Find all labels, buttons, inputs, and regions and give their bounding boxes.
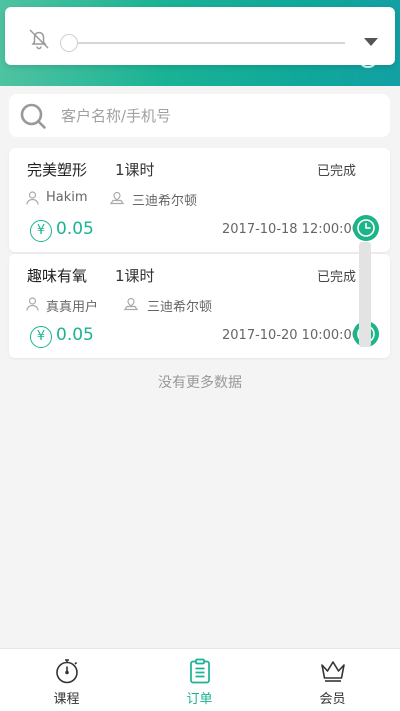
order-status: 已完成: [316, 270, 356, 285]
tab-label: 订单: [186, 692, 213, 707]
volume-slider-thumb[interactable]: [60, 34, 78, 52]
order-card[interactable]: 趣味有氧 1课时 已完成 真真用户 三迪希尔顿 ¥ 0.05 2017-10-2…: [9, 254, 390, 358]
store-name: 三迪希尔顿: [147, 300, 213, 315]
store-location-icon: [124, 297, 138, 311]
chevron-down-icon[interactable]: [364, 38, 378, 46]
yuan-icon: ¥: [30, 326, 52, 348]
volume-slider-track[interactable]: [67, 42, 345, 44]
person-icon: [26, 191, 39, 205]
clock-icon: [357, 219, 375, 237]
crown-icon: [321, 661, 345, 682]
no-more-data-text: 没有更多数据: [158, 375, 242, 391]
course-name: 趣味有氧: [27, 267, 88, 285]
bottom-tab-bar: 课程 订单 会员: [0, 648, 400, 711]
store-location-icon: [110, 191, 124, 205]
header-circle-icon: [358, 48, 378, 68]
order-price: 0.05: [56, 219, 94, 239]
course-hours: 1课时: [115, 161, 155, 179]
clipboard-icon: [190, 658, 210, 684]
clock-button[interactable]: [353, 215, 379, 241]
scroll-indicator[interactable]: [359, 242, 371, 347]
stopwatch-icon: [56, 659, 78, 684]
yuan-icon: ¥: [30, 220, 52, 242]
customer-name: Hakim: [46, 190, 88, 205]
person-icon: [26, 297, 39, 311]
search-bar[interactable]: [9, 94, 390, 137]
search-icon: [20, 103, 46, 129]
notification-volume-panel: [5, 7, 395, 65]
tab-label: 会员: [319, 692, 346, 707]
tab-members[interactable]: 会员: [266, 649, 399, 711]
course-name: 完美塑形: [27, 161, 88, 179]
order-price: 0.05: [56, 325, 94, 345]
bell-off-icon[interactable]: [27, 27, 51, 51]
tab-courses[interactable]: 课程: [0, 649, 133, 711]
order-card[interactable]: 完美塑形 1课时 已完成 Hakim 三迪希尔顿 ¥ 0.05 2017-10-…: [9, 148, 390, 252]
search-input[interactable]: [61, 94, 381, 137]
order-time: 2017-10-20 10:00:00: [222, 328, 361, 343]
store-name: 三迪希尔顿: [132, 194, 198, 209]
order-time: 2017-10-18 12:00:00: [222, 222, 361, 237]
customer-name: 真真用户: [46, 300, 99, 315]
tab-orders[interactable]: 订单: [133, 649, 266, 711]
course-hours: 1课时: [115, 267, 155, 285]
order-status: 已完成: [316, 164, 356, 179]
tab-label: 课程: [53, 692, 80, 707]
